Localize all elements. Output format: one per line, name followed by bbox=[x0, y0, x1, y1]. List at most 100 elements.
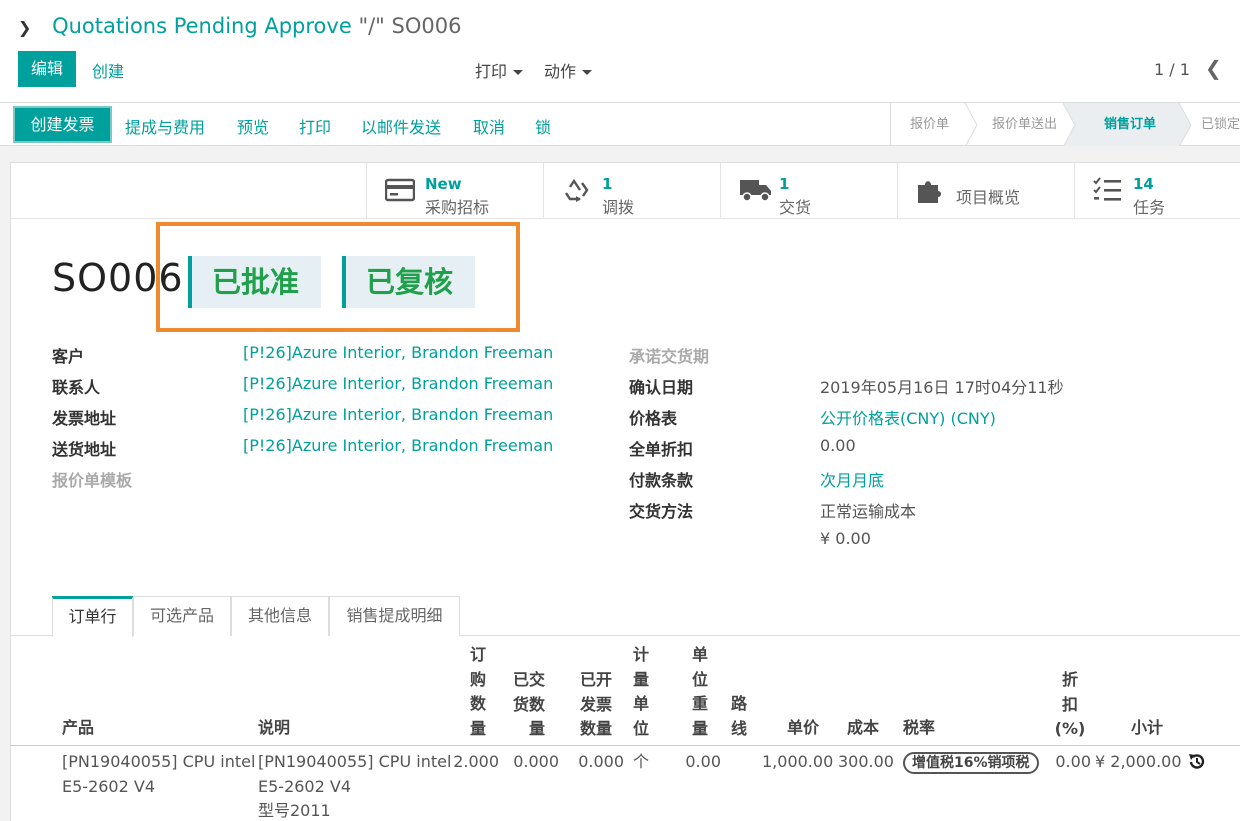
header-line: 折 bbox=[1061, 670, 1078, 689]
cell-price[interactable]: 1,000.00 bbox=[762, 750, 833, 775]
column-header-route[interactable]: 路 线 bbox=[731, 692, 747, 741]
chevron-down-icon[interactable]: ❯ bbox=[18, 18, 31, 37]
field-customer[interactable]: [P!26]Azure Interior, Brandon Freeman bbox=[243, 343, 553, 362]
field-label-delivery-method: 交货方法 bbox=[629, 502, 694, 521]
cell-qty-delivered[interactable]: 0.000 bbox=[508, 750, 559, 775]
lock-button[interactable]: 锁 bbox=[535, 114, 551, 138]
print-dropdown[interactable]: 打印 bbox=[475, 58, 524, 82]
header-line: 数量 bbox=[579, 719, 612, 738]
column-header-qty-delivered[interactable]: 已交 货数 量 bbox=[505, 668, 545, 742]
pager-value[interactable]: 1 / 1 bbox=[1154, 60, 1190, 79]
column-header-qty-ordered[interactable]: 订 购 数 量 bbox=[465, 643, 491, 741]
cell-discount[interactable]: 0.00 bbox=[1050, 750, 1091, 775]
tab-other-info[interactable]: 其他信息 bbox=[231, 596, 329, 636]
cell-line: [PN19040055] CPU intel bbox=[62, 752, 256, 771]
column-header-tax[interactable]: 税率 bbox=[903, 716, 935, 741]
column-header-uom[interactable]: 计 量 单 位 bbox=[633, 643, 649, 741]
tax-tag[interactable]: 增值税16%销项税 bbox=[903, 752, 1039, 774]
stage-quotation-sent[interactable]: 报价单送出 bbox=[992, 103, 1057, 147]
header-line: 线 bbox=[731, 718, 748, 738]
header-line: 计 bbox=[633, 645, 650, 664]
history-icon[interactable] bbox=[1187, 752, 1207, 772]
recycle-icon bbox=[565, 178, 589, 202]
stage-bar: 报价单 报价单送出 销售订单 已锁定 bbox=[890, 103, 1240, 147]
field-contact[interactable]: [P!26]Azure Interior, Brandon Freeman bbox=[243, 374, 553, 393]
field-delivery-address[interactable]: [P!26]Azure Interior, Brandon Freeman bbox=[243, 436, 553, 455]
header-line: 量 bbox=[469, 718, 486, 738]
action-dropdown[interactable]: 动作 bbox=[544, 58, 593, 82]
chevron-left-icon[interactable]: ❮ bbox=[1205, 56, 1222, 80]
field-global-discount[interactable]: 0.00 bbox=[820, 436, 856, 455]
stage-sales-order[interactable]: 销售订单 bbox=[1077, 103, 1177, 147]
header-line: 路 bbox=[731, 694, 748, 713]
column-header-qty-invoiced[interactable]: 已开 发票 数量 bbox=[574, 668, 612, 742]
header-line: 位 bbox=[692, 669, 709, 689]
tab-order-lines[interactable]: 订单行 bbox=[52, 596, 133, 637]
header-line: 扣 bbox=[1061, 694, 1078, 714]
breadcrumb-parent[interactable]: Quotations Pending Approve bbox=[52, 14, 352, 38]
create-button[interactable]: 创建 bbox=[92, 58, 124, 82]
header-line: 单 bbox=[633, 694, 650, 713]
field-label-commitment-date: 承诺交货期 bbox=[629, 347, 710, 366]
commission-button[interactable]: 提成与费用 bbox=[125, 114, 205, 138]
header-line: 货数 bbox=[512, 694, 545, 714]
header-line: 位 bbox=[633, 718, 650, 738]
field-confirmation-date[interactable]: 2019年05月16日 17时04分11秒 bbox=[820, 374, 1064, 398]
tab-optional-products[interactable]: 可选产品 bbox=[133, 596, 231, 636]
cell-description[interactable]: [PN19040055] CPU intel E5-2602 V4 型号2011 bbox=[258, 750, 451, 821]
column-header-product[interactable]: 产品 bbox=[62, 716, 94, 741]
smart-button-purchase-tender[interactable]: New 采购招标 bbox=[366, 163, 543, 219]
header-line: 单 bbox=[692, 645, 709, 664]
create-invoice-button[interactable]: 创建发票 bbox=[15, 108, 110, 141]
column-header-price[interactable]: 单价 bbox=[787, 716, 819, 741]
column-header-discount[interactable]: 折 扣 (%) bbox=[1050, 668, 1090, 742]
stage-separator bbox=[1063, 103, 1077, 147]
cell-line: 型号2011 bbox=[258, 801, 331, 820]
field-label-payment-terms: 付款条款 bbox=[629, 471, 694, 490]
stage-locked[interactable]: 已锁定 bbox=[1201, 103, 1240, 147]
smart-button-label: 采购招标 bbox=[425, 198, 490, 217]
credit-card-icon bbox=[385, 178, 415, 202]
field-payment-terms[interactable]: 次月月底 bbox=[820, 467, 884, 491]
statusbar: 创建发票 提成与费用 预览 打印 以邮件发送 取消 锁 报价单 报价单送出 销售… bbox=[0, 102, 1240, 147]
truck-icon bbox=[740, 180, 771, 202]
cell-unit-weight[interactable]: 0.00 bbox=[680, 750, 721, 775]
header-line: 发票 bbox=[579, 694, 612, 714]
header-line: 购 bbox=[469, 669, 486, 689]
field-label-delivery-address: 送货地址 bbox=[52, 440, 117, 459]
header-line: 已交 bbox=[512, 670, 545, 689]
cell-uom[interactable]: 个 bbox=[633, 750, 649, 775]
cell-subtotal[interactable]: ¥ 2,000.00 bbox=[1095, 750, 1182, 775]
caret-down-icon bbox=[582, 70, 593, 75]
cancel-button[interactable]: 取消 bbox=[473, 114, 505, 138]
print-button[interactable]: 打印 bbox=[299, 114, 331, 138]
field-label-quotation-template: 报价单模板 bbox=[52, 471, 133, 490]
tab-commission-details[interactable]: 销售提成明细 bbox=[329, 596, 460, 636]
highlight-box bbox=[156, 222, 520, 332]
field-label-contact: 联系人 bbox=[52, 378, 101, 397]
smart-button-value: 1 bbox=[779, 175, 790, 193]
preview-button[interactable]: 预览 bbox=[237, 114, 269, 138]
column-header-subtotal[interactable]: 小计 bbox=[1131, 716, 1163, 741]
tasks-icon bbox=[1093, 177, 1121, 201]
smart-button-project-overview[interactable]: 项目概览 bbox=[897, 163, 1074, 219]
field-label-invoice-address: 发票地址 bbox=[52, 409, 117, 428]
column-header-unit-weight[interactable]: 单 位 重 量 bbox=[692, 643, 708, 741]
cell-cost[interactable]: 300.00 bbox=[838, 750, 894, 775]
smart-button-tasks[interactable]: 14 任务 bbox=[1074, 163, 1240, 219]
field-pricelist[interactable]: 公开价格表(CNY) (CNY) bbox=[820, 405, 996, 429]
header-line: (%) bbox=[1054, 719, 1086, 738]
smart-button-delivery[interactable]: 1 交货 bbox=[720, 163, 897, 219]
column-header-description[interactable]: 说明 bbox=[258, 716, 290, 741]
field-invoice-address[interactable]: [P!26]Azure Interior, Brandon Freeman bbox=[243, 405, 553, 424]
stage-quotation[interactable]: 报价单 bbox=[910, 103, 949, 147]
column-header-cost[interactable]: 成本 bbox=[847, 716, 879, 741]
cell-qty-ordered[interactable]: 2.000 bbox=[449, 750, 499, 775]
smart-button-transfers[interactable]: 1 调拨 bbox=[543, 163, 720, 219]
field-delivery-method[interactable]: 正常运输成本 bbox=[820, 498, 916, 522]
cell-product[interactable]: [PN19040055] CPU intel E5-2602 V4 bbox=[62, 750, 255, 799]
edit-button[interactable]: 编辑 bbox=[18, 51, 76, 87]
cell-qty-invoiced[interactable]: 0.000 bbox=[573, 750, 624, 775]
send-email-button[interactable]: 以邮件发送 bbox=[361, 114, 441, 138]
header-line: 量 bbox=[633, 669, 650, 689]
